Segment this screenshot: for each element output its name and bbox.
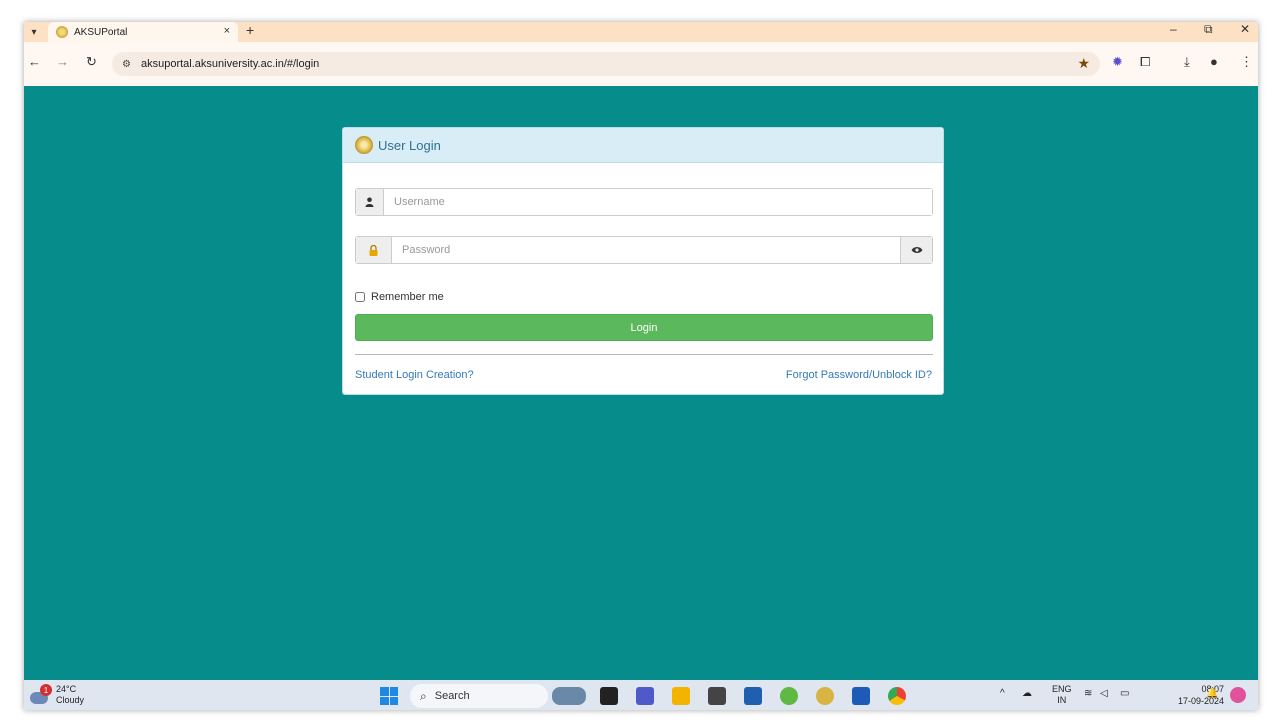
lang-top: ENG — [1052, 684, 1072, 694]
weather-condition: Cloudy — [56, 695, 85, 705]
word-icon[interactable] — [852, 687, 870, 705]
student-login-creation-link[interactable]: Student Login Creation? — [355, 369, 474, 381]
task-view-icon[interactable] — [600, 687, 618, 705]
store-icon[interactable] — [744, 687, 762, 705]
volume-icon[interactable]: ◁ — [1100, 688, 1108, 699]
divider — [355, 354, 933, 355]
restore-button[interactable]: ⧉ — [1204, 22, 1213, 37]
user-icon — [356, 189, 384, 215]
file-explorer-icon[interactable] — [672, 687, 690, 705]
copilot-icon[interactable] — [1230, 687, 1246, 703]
extension-gear-icon[interactable]: ✹ — [1112, 54, 1123, 70]
extensions-puzzle-icon[interactable]: ⧠ — [1140, 54, 1150, 70]
username-field — [355, 188, 933, 216]
lock-icon — [356, 237, 392, 263]
search-icon: ⌕ — [420, 688, 427, 703]
menu-kebab-icon[interactable]: ⋮ — [1240, 54, 1253, 70]
bookmark-star-icon[interactable]: ★ — [1077, 55, 1090, 72]
reload-icon[interactable]: ↻ — [86, 54, 97, 70]
taskbar-search[interactable]: ⌕ Search — [410, 684, 548, 708]
copilot-whale-icon[interactable] — [552, 687, 586, 705]
url-text: aksuportal.aksuniversity.ac.in/#/login — [140, 58, 320, 70]
tab-search-chevron-icon[interactable]: ▾ — [26, 24, 42, 40]
tab-aksuportal[interactable]: AKSUPortal × — [48, 22, 238, 42]
download-icon[interactable]: ⤓ — [1184, 54, 1190, 70]
notification-bell-icon[interactable]: 🔔 — [1206, 688, 1218, 699]
login-button[interactable]: Login — [355, 314, 933, 341]
panel-title: User Login — [378, 137, 441, 153]
remember-me-label: Remember me — [371, 291, 444, 303]
windows-start-icon[interactable] — [380, 687, 398, 705]
minimize-button[interactable]: – — [1170, 22, 1177, 36]
weather-widget[interactable]: 1 24°C Cloudy — [30, 684, 84, 706]
scanner-icon[interactable] — [708, 687, 726, 705]
search-label: Search — [434, 690, 470, 702]
profile-avatar-icon[interactable]: ● — [1210, 54, 1218, 69]
address-bar[interactable]: ⚙ aksuportal.aksuniversity.ac.in/#/login… — [112, 52, 1100, 76]
university-logo-icon — [355, 136, 373, 154]
remember-me-checkbox[interactable] — [355, 292, 365, 302]
password-field — [355, 236, 933, 264]
green-app-icon[interactable] — [780, 687, 798, 705]
page-content: User Login Remember me — [24, 86, 1258, 680]
notification-badge: 1 — [40, 684, 52, 696]
show-hidden-icons-chevron-icon[interactable]: ^ — [1000, 688, 1005, 699]
onedrive-icon[interactable]: ☁ — [1022, 688, 1032, 699]
chrome-icon[interactable] — [888, 687, 906, 705]
forward-arrow-icon[interactable]: → — [56, 54, 69, 69]
browser-toolbar: ← → ↻ ⚙ aksuportal.aksuniversity.ac.in/#… — [24, 42, 1258, 86]
site-info-icon[interactable]: ⚙ — [122, 59, 131, 70]
language-indicator[interactable]: ENG IN — [1052, 684, 1072, 706]
battery-icon[interactable]: ▭ — [1120, 688, 1129, 699]
lang-bottom: IN — [1057, 695, 1067, 705]
tab-close-icon[interactable]: × — [224, 25, 230, 37]
remember-me[interactable]: Remember me — [355, 291, 444, 303]
password-input[interactable] — [392, 237, 900, 263]
new-tab-button[interactable]: + — [246, 22, 254, 38]
show-password-eye-icon[interactable] — [900, 237, 932, 263]
windows-taskbar: 1 24°C Cloudy ⌕ Search ^ ☁ ENG IN ≋ ◁ ▭ … — [24, 680, 1258, 710]
temperature: 24°C — [56, 684, 77, 694]
aksu-app-icon[interactable] — [816, 687, 834, 705]
wifi-icon[interactable]: ≋ — [1084, 688, 1092, 699]
tab-strip: ▾ AKSUPortal × + – ⧉ ✕ — [24, 22, 1258, 42]
close-window-button[interactable]: ✕ — [1240, 22, 1250, 36]
forgot-password-link[interactable]: Forgot Password/Unblock ID? — [786, 369, 932, 381]
back-arrow-icon[interactable]: ← — [28, 54, 41, 69]
tab-title: AKSUPortal — [74, 26, 128, 38]
browser-window: ▾ AKSUPortal × + – ⧉ ✕ ← → ↻ ⚙ aksuporta… — [24, 22, 1258, 710]
login-panel: User Login Remember me — [342, 127, 944, 395]
username-input[interactable] — [384, 189, 932, 215]
teams-icon[interactable] — [636, 687, 654, 705]
site-favicon-icon — [56, 26, 68, 38]
login-panel-header: User Login — [343, 128, 943, 163]
